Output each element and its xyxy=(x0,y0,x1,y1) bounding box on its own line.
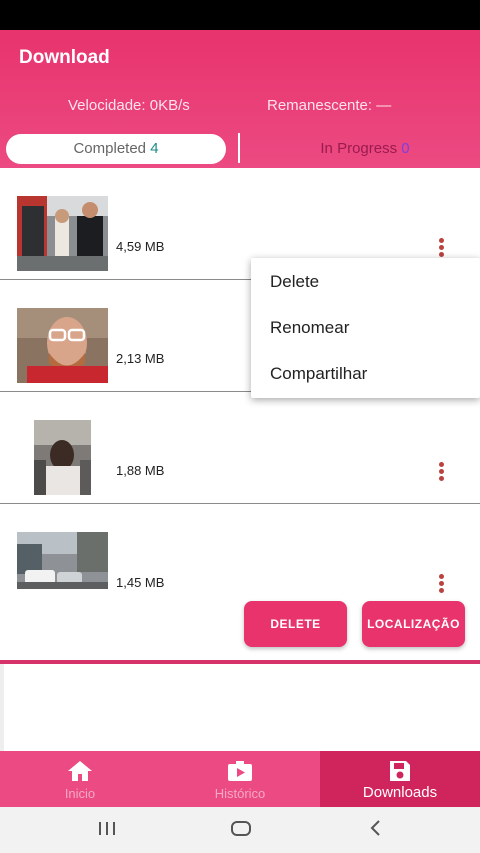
page-title: Download xyxy=(19,47,110,68)
download-row[interactable]: 1,88 MB xyxy=(0,392,480,504)
menu-item-share[interactable]: Compartilhar xyxy=(270,364,367,384)
tab-in-progress-label: In Progress xyxy=(320,140,398,157)
speed-label: Velocidade: 0KB/s xyxy=(68,97,190,114)
tab-completed-label: Completed xyxy=(73,140,147,157)
file-size: 4,59 MB xyxy=(116,239,165,254)
context-menu: Delete Renomear Compartilhar xyxy=(251,258,480,398)
file-size: 1,88 MB xyxy=(116,463,165,478)
file-size: 1,45 MB xyxy=(116,575,165,590)
system-nav-bar xyxy=(0,807,480,853)
more-vert-icon[interactable] xyxy=(432,572,450,594)
remaining-label: Remanescente: — xyxy=(267,97,392,114)
menu-item-rename[interactable]: Renomear xyxy=(270,318,349,338)
tab-in-progress[interactable]: In Progress 0 xyxy=(250,134,480,164)
video-thumbnail[interactable] xyxy=(17,532,108,589)
save-icon xyxy=(388,760,412,787)
status-bar xyxy=(0,0,480,30)
nav-label: Inicio xyxy=(64,786,96,801)
more-vert-icon[interactable] xyxy=(432,236,450,258)
video-thumbnail[interactable] xyxy=(34,420,91,495)
app-header: Download Velocidade: 0KB/s Remanescente:… xyxy=(0,30,480,168)
nav-item-historico[interactable]: Histórico xyxy=(160,751,320,807)
video-thumbnail[interactable] xyxy=(17,308,108,383)
home-button-icon[interactable] xyxy=(230,818,252,843)
video-icon xyxy=(227,760,253,787)
delete-button[interactable]: DELETE xyxy=(244,601,347,647)
tab-completed-count: 4 xyxy=(150,140,159,157)
more-vert-icon[interactable] xyxy=(432,460,450,482)
nav-item-downloads[interactable]: Downloads xyxy=(320,751,480,807)
recent-apps-icon[interactable] xyxy=(97,818,117,843)
tab-in-progress-count: 0 xyxy=(401,140,410,157)
tab-completed[interactable]: Completed 4 xyxy=(6,134,226,164)
downloads-list: 4,59 MB 2,13 MB 1,88 MB 1,45 MB xyxy=(0,168,480,660)
file-size: 2,13 MB xyxy=(116,351,165,366)
location-button[interactable]: LOCALIZAÇÃO xyxy=(362,601,465,647)
nav-label: Histórico xyxy=(214,786,266,801)
nav-item-inicio[interactable]: Inicio xyxy=(0,751,160,807)
ad-banner[interactable] xyxy=(0,664,480,751)
bottom-nav: Inicio Histórico Downloads xyxy=(0,751,480,807)
nav-label: Downloads xyxy=(362,784,438,801)
home-icon xyxy=(67,760,93,787)
menu-item-delete[interactable]: Delete xyxy=(270,272,319,292)
video-thumbnail[interactable] xyxy=(17,196,108,271)
tab-divider xyxy=(238,133,240,163)
back-icon[interactable] xyxy=(368,818,384,843)
